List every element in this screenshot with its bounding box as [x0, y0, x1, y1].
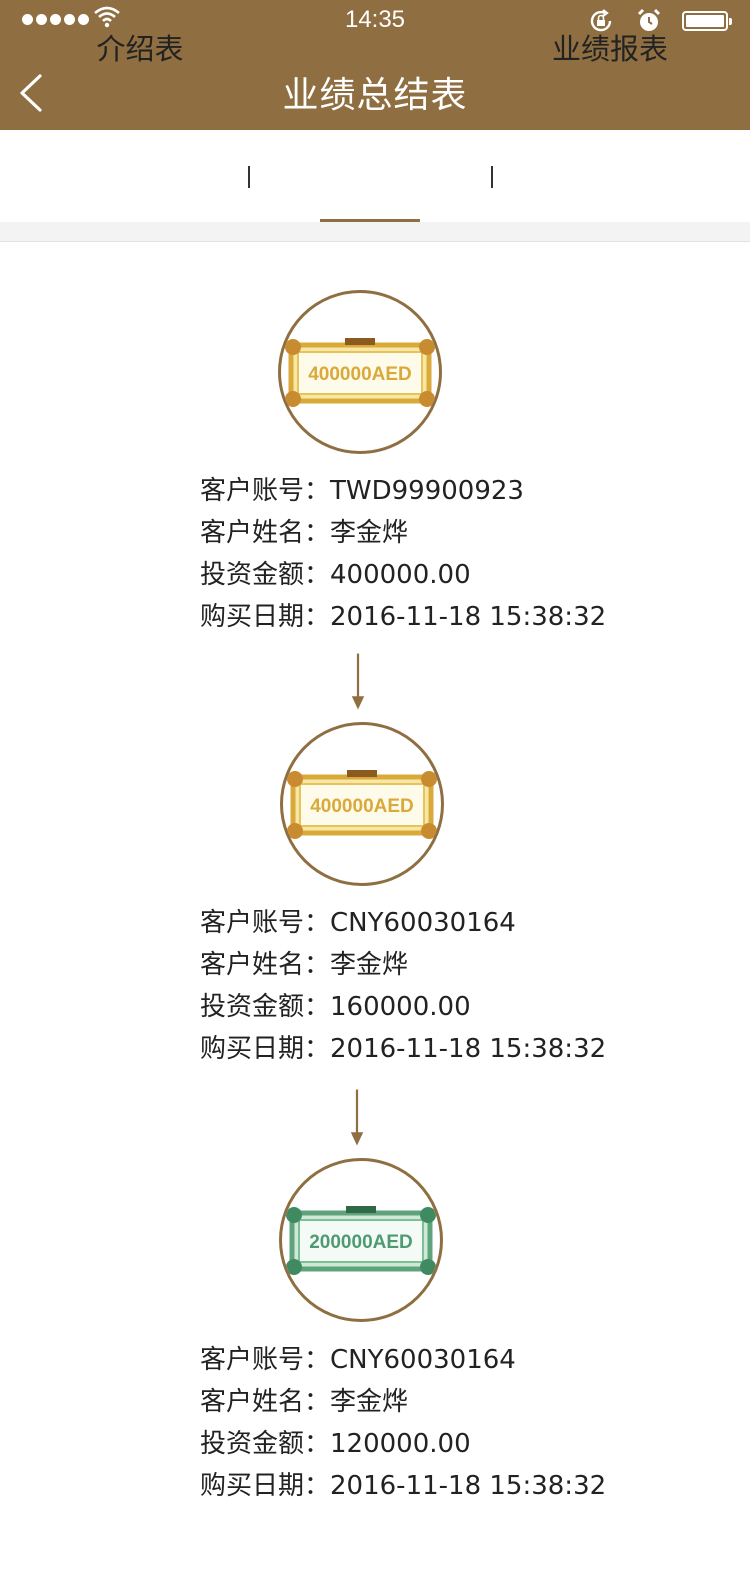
badge-amount-text: 200000AED [309, 1232, 413, 1253]
tab-leader[interactable]: 领导表 [320, 26, 420, 92]
date-row: 购买日期：2016-11-18 15:38:32 [200, 602, 607, 632]
arrow-down-icon [350, 1089, 364, 1146]
record-info: 客户账号：CNY60030164 客户姓名：李金烨 投资金额：160000.00… [200, 902, 660, 1070]
tab-divider [491, 166, 493, 188]
account-value: CNY60030164 [330, 1345, 516, 1375]
amount-row: 投资金额：120000.00 [200, 1429, 471, 1459]
tab-divider [248, 166, 250, 188]
account-row: 客户账号：CNY60030164 [200, 1345, 516, 1375]
section-divider [0, 222, 750, 242]
record-info: 客户账号：TWD99900923 客户姓名：李金烨 投资金额：400000.00… [200, 470, 660, 638]
name-value: 李金烨 [330, 518, 409, 548]
amount-row: 投资金额：400000.00 [200, 560, 471, 590]
certificate-badge-gold: 400000AED [287, 770, 437, 839]
account-value: CNY60030164 [330, 908, 516, 938]
name-row: 客户姓名：李金烨 [200, 950, 409, 980]
name-row: 客户姓名：李金烨 [200, 518, 409, 548]
account-row: 客户账号：TWD99900923 [200, 476, 524, 506]
amount-row: 投资金额：160000.00 [200, 992, 471, 1022]
tab-performance-report[interactable]: 业绩报表 [530, 26, 690, 92]
date-value: 2016-11-18 15:38:32 [330, 602, 607, 632]
date-value: 2016-11-18 15:38:32 [330, 1471, 607, 1501]
badge-amount-text: 400000AED [308, 364, 412, 385]
amount-value: 400000.00 [330, 560, 471, 590]
badge-circle: 400000AED [278, 290, 442, 454]
arrow-down-icon [351, 653, 365, 710]
tab-introduction[interactable]: 介绍表 [60, 26, 220, 92]
badge-circle: 200000AED [279, 1158, 443, 1322]
date-row: 购买日期：2016-11-18 15:38:32 [200, 1034, 607, 1064]
name-row: 客户姓名：李金烨 [200, 1387, 409, 1417]
badge-circle: 400000AED [280, 722, 444, 886]
account-value: TWD99900923 [330, 476, 524, 506]
certificate-badge-gold: 400000AED [285, 338, 435, 407]
tab-bar [0, 130, 750, 222]
record-info: 客户账号：CNY60030164 客户姓名：李金烨 投资金额：120000.00… [200, 1339, 660, 1507]
account-row: 客户账号：CNY60030164 [200, 908, 516, 938]
amount-value: 160000.00 [330, 992, 471, 1022]
date-value: 2016-11-18 15:38:32 [330, 1034, 607, 1064]
name-value: 李金烨 [330, 950, 409, 980]
name-value: 李金烨 [330, 1387, 409, 1417]
date-row: 购买日期：2016-11-18 15:38:32 [200, 1471, 607, 1501]
certificate-badge-green: 200000AED [286, 1206, 436, 1275]
badge-amount-text: 400000AED [310, 796, 414, 817]
amount-value: 120000.00 [330, 1429, 471, 1459]
